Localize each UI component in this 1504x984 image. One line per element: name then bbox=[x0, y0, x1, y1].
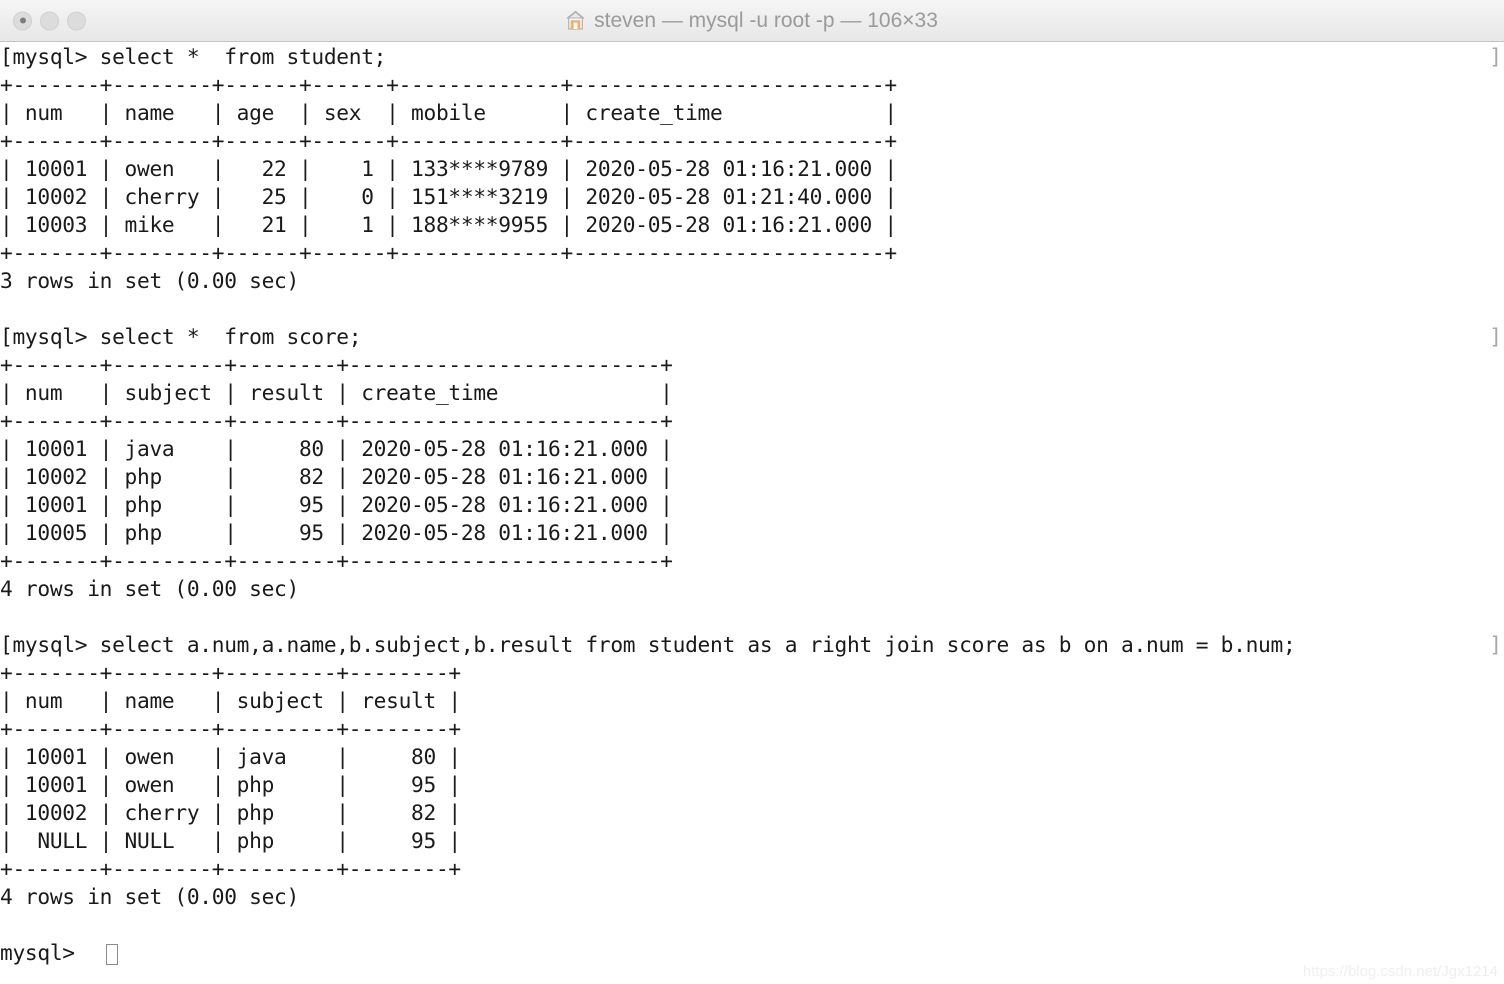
zoom-button[interactable] bbox=[67, 11, 86, 30]
watermark: https://blog.csdn.net/Jgx1214 bbox=[1302, 963, 1498, 980]
window-titlebar: steven — mysql -u root -p — 106×33 bbox=[0, 0, 1504, 42]
text-cursor bbox=[106, 944, 118, 965]
terminal-screen-text: [mysql> select * from student; +-------+… bbox=[0, 44, 1296, 965]
minimize-button[interactable] bbox=[40, 11, 59, 30]
prompt-mark-right-2: ] bbox=[1489, 324, 1502, 349]
close-button[interactable] bbox=[13, 11, 32, 30]
traffic-light-group bbox=[13, 11, 86, 30]
home-icon bbox=[566, 10, 585, 31]
terminal-window: steven — mysql -u root -p — 106×33 [mysq… bbox=[0, 0, 1504, 984]
window-title-group: steven — mysql -u root -p — 106×33 bbox=[0, 9, 1504, 33]
terminal-body[interactable]: [mysql> select * from student; +-------+… bbox=[0, 42, 1504, 984]
window-title-text: steven — mysql -u root -p — 106×33 bbox=[594, 8, 938, 32]
prompt-mark-right-3: ] bbox=[1489, 632, 1502, 657]
prompt-mark-right-1: ] bbox=[1489, 44, 1502, 69]
close-button-dot bbox=[19, 17, 26, 24]
